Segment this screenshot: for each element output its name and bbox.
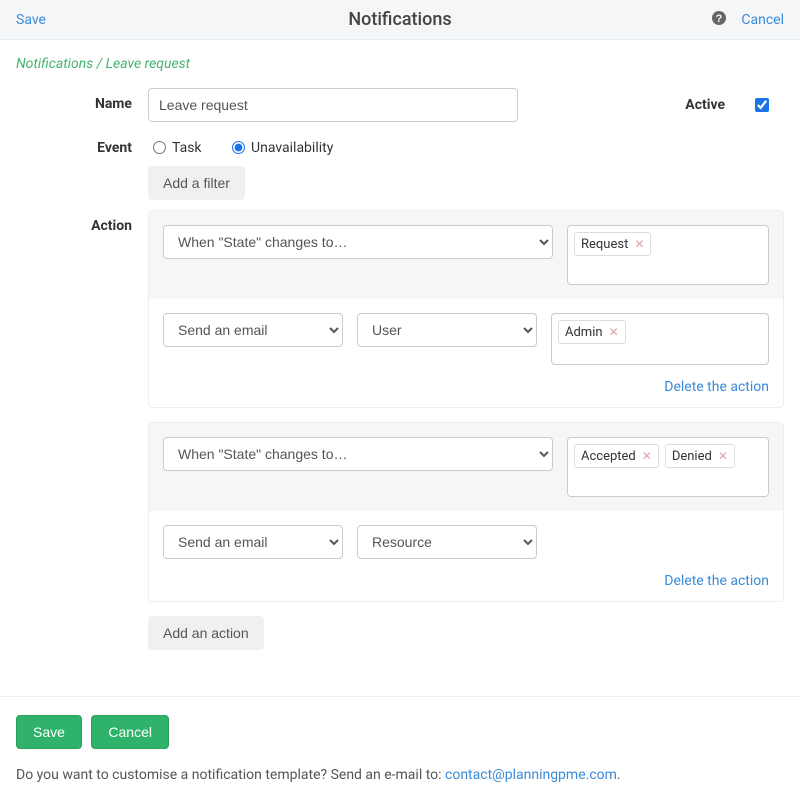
action-block: When "State" changes to… Accepted✕ Denie…: [148, 422, 784, 602]
delete-action-link[interactable]: Delete the action: [149, 573, 783, 601]
footer: Save Cancel Do you want to customise a n…: [0, 696, 800, 803]
active-checkbox[interactable]: [755, 98, 769, 112]
cancel-button[interactable]: Cancel: [91, 715, 169, 749]
event-task-radio[interactable]: [153, 141, 166, 154]
target-tags-box[interactable]: Admin✕: [551, 313, 769, 365]
delete-action-link[interactable]: Delete the action: [149, 379, 783, 407]
add-filter-button[interactable]: Add a filter: [148, 166, 245, 200]
name-input[interactable]: [148, 88, 518, 122]
event-label: Event: [16, 132, 148, 156]
help-icon[interactable]: ?: [711, 10, 727, 30]
action-do-select[interactable]: Send an email: [163, 525, 343, 559]
event-task-option[interactable]: Task: [148, 140, 202, 156]
action-block: When "State" changes to… Request✕ Send a…: [148, 210, 784, 408]
action-target-select[interactable]: Resource: [357, 525, 537, 559]
remove-tag-icon[interactable]: ✕: [609, 325, 619, 339]
remove-tag-icon[interactable]: ✕: [718, 449, 728, 463]
remove-tag-icon[interactable]: ✕: [634, 237, 644, 251]
header-cancel-link[interactable]: Cancel: [741, 12, 784, 28]
breadcrumb: Notifications / Leave request: [16, 56, 784, 72]
trigger-select[interactable]: When "State" changes to…: [163, 437, 553, 471]
active-label: Active: [685, 97, 725, 113]
name-label: Name: [16, 88, 148, 112]
svg-text:?: ?: [716, 13, 723, 25]
tag-admin: Admin✕: [558, 320, 626, 344]
remove-tag-icon[interactable]: ✕: [642, 449, 652, 463]
contact-email-link[interactable]: contact@planningpme.com: [445, 767, 617, 783]
dialog-header: Save Notifications ? Cancel: [0, 0, 800, 40]
save-button[interactable]: Save: [16, 715, 82, 749]
action-label: Action: [16, 210, 148, 234]
trigger-tags-box[interactable]: Request✕: [567, 225, 769, 285]
action-target-select[interactable]: User: [357, 313, 537, 347]
tag-denied: Denied✕: [665, 444, 735, 468]
trigger-select[interactable]: When "State" changes to…: [163, 225, 553, 259]
trigger-tags-box[interactable]: Accepted✕ Denied✕: [567, 437, 769, 497]
add-action-button[interactable]: Add an action: [148, 616, 264, 650]
header-save-link[interactable]: Save: [16, 12, 46, 28]
event-unavailability-option[interactable]: Unavailability: [227, 140, 333, 156]
action-do-select[interactable]: Send an email: [163, 313, 343, 347]
event-unavailability-text: Unavailability: [251, 140, 333, 156]
tag-request: Request✕: [574, 232, 651, 256]
dialog-title: Notifications: [0, 9, 800, 30]
event-task-text: Task: [172, 140, 202, 156]
tag-accepted: Accepted✕: [574, 444, 659, 468]
footer-text: Do you want to customise a notification …: [16, 767, 445, 783]
event-unavailability-radio[interactable]: [232, 141, 245, 154]
